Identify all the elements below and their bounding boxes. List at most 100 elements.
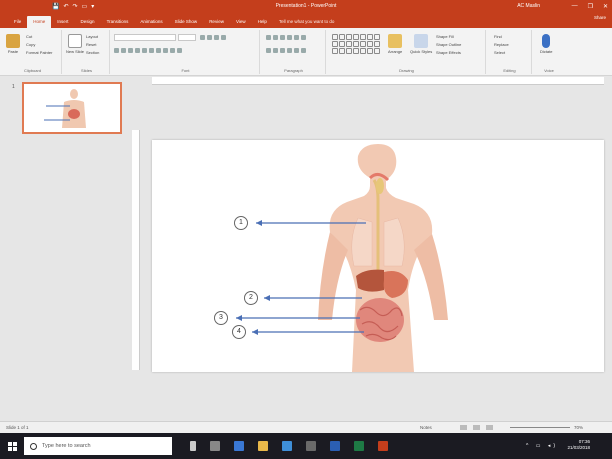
- arrange-button[interactable]: Arrange: [388, 34, 402, 54]
- voice-label: Voice: [544, 68, 554, 73]
- horizontal-ruler: [152, 77, 604, 85]
- font-size-icons: [200, 35, 226, 40]
- view-buttons: [460, 425, 493, 430]
- tab-home[interactable]: Home: [27, 16, 52, 28]
- taskbar-search[interactable]: Type here to search: [24, 437, 172, 455]
- copy-button[interactable]: Copy: [26, 42, 35, 47]
- shape-fill-button[interactable]: Shape Fill: [436, 34, 454, 39]
- font-group: Font: [112, 30, 260, 74]
- status-bar: Slide 1 of 1 Notes 70%: [0, 421, 612, 433]
- editing-group: Find Replace Select Editing: [488, 30, 532, 74]
- microphone-icon: [542, 34, 551, 48]
- system-tray-icons[interactable]: ^ ▭ ◂): [526, 443, 558, 449]
- label-4[interactable]: 4: [232, 325, 246, 339]
- new-slide-icon: [68, 34, 82, 48]
- vertical-ruler: [132, 130, 140, 370]
- excel-icon[interactable]: [354, 441, 364, 451]
- zoom-level[interactable]: 70%: [574, 425, 583, 430]
- voice-group: Dictate Voice: [534, 30, 564, 74]
- notes-button[interactable]: Notes: [420, 425, 432, 430]
- layout-button[interactable]: Layout: [86, 34, 98, 39]
- clipboard-group: Paste Cut Copy Format Painter Clipboard: [4, 30, 62, 74]
- paragraph-label: Paragraph: [284, 68, 303, 73]
- font-format-icons: [114, 48, 182, 53]
- section-button[interactable]: Section: [86, 50, 99, 55]
- ribbon-tabs: File Home Insert Design Transitions Anim…: [0, 12, 612, 28]
- select-button[interactable]: Select: [494, 50, 505, 55]
- tab-insert[interactable]: Insert: [51, 16, 74, 28]
- microphone-icon[interactable]: [190, 441, 196, 451]
- normal-view-icon[interactable]: [460, 425, 467, 430]
- slides-label: Slides: [81, 68, 92, 73]
- zoom-slider[interactable]: [510, 427, 570, 428]
- slide-number: 1: [12, 84, 15, 90]
- font-label: Font: [181, 68, 190, 73]
- start-button[interactable]: [0, 433, 24, 459]
- drawing-label: Drawing: [399, 68, 414, 73]
- shape-outline-button[interactable]: Shape Outline: [436, 42, 461, 47]
- format-painter-button[interactable]: Format Painter: [26, 50, 52, 55]
- cortana-icon: [30, 442, 37, 450]
- restore-button[interactable]: ❐: [588, 3, 593, 10]
- replace-button[interactable]: Replace: [494, 42, 509, 47]
- word-icon[interactable]: [330, 441, 340, 451]
- list-icons: [266, 35, 306, 40]
- powerpoint-icon[interactable]: [378, 441, 388, 451]
- label-2[interactable]: 2: [244, 291, 258, 305]
- tab-transitions[interactable]: Transitions: [101, 16, 135, 28]
- slide-canvas[interactable]: 1 2 3 4: [152, 140, 604, 372]
- user-name[interactable]: AC Maslin: [517, 3, 540, 9]
- paste-icon: [6, 34, 20, 48]
- tab-view[interactable]: View: [230, 16, 252, 28]
- reading-view-icon[interactable]: [486, 425, 493, 430]
- tab-design[interactable]: Design: [75, 16, 101, 28]
- slide-thumbnail[interactable]: [22, 82, 122, 134]
- quick-styles-icon: [414, 34, 429, 48]
- search-placeholder: Type here to search: [42, 443, 91, 449]
- store-icon[interactable]: [306, 441, 316, 451]
- clipboard-label: Clipboard: [23, 68, 42, 73]
- quick-styles-button[interactable]: Quick Styles: [410, 34, 432, 54]
- mail-icon[interactable]: [282, 441, 292, 451]
- task-view-icon[interactable]: [210, 441, 220, 451]
- slides-group: New Slide Layout Reset Section Slides: [64, 30, 110, 74]
- file-explorer-icon[interactable]: [258, 441, 268, 451]
- edge-icon[interactable]: [234, 441, 244, 451]
- new-slide-button[interactable]: New Slide: [66, 34, 84, 54]
- shape-effects-button[interactable]: Shape Effects: [436, 50, 461, 55]
- drawing-group: Arrange Quick Styles Shape Fill Shape Ou…: [328, 30, 486, 74]
- taskbar: Type here to search ^ ▭ ◂) 07:36 21/03/2…: [0, 433, 612, 459]
- digestive-system-diagram: [236, 144, 448, 372]
- slide-thumbnail-pane: 1: [0, 76, 130, 421]
- dictate-button[interactable]: Dictate: [540, 34, 552, 54]
- label-1[interactable]: 1: [234, 216, 248, 230]
- reset-button[interactable]: Reset: [86, 42, 96, 47]
- font-size-box[interactable]: [178, 34, 196, 41]
- paste-button[interactable]: Paste: [6, 34, 20, 54]
- title-bar: 💾 ↶ ↷ ▭ ▾ Presentation1 - PowerPoint AC …: [0, 0, 612, 12]
- close-button[interactable]: ✕: [603, 3, 608, 10]
- share-button[interactable]: Share: [594, 15, 606, 20]
- font-name-box[interactable]: [114, 34, 176, 41]
- slide-counter: Slide 1 of 1: [6, 425, 29, 430]
- tab-file[interactable]: File: [8, 16, 27, 28]
- slide-sorter-icon[interactable]: [473, 425, 480, 430]
- tab-animations[interactable]: Animations: [134, 16, 168, 28]
- label-3[interactable]: 3: [214, 311, 228, 325]
- ribbon: Paste Cut Copy Format Painter Clipboard …: [0, 28, 612, 76]
- align-icons: [266, 48, 306, 53]
- tab-review[interactable]: Review: [203, 16, 230, 28]
- tab-help[interactable]: Help: [252, 16, 273, 28]
- windows-icon: [7, 441, 17, 451]
- shapes-gallery[interactable]: [332, 34, 380, 54]
- paragraph-group: Paragraph: [262, 30, 326, 74]
- arrange-icon: [388, 34, 403, 48]
- find-button[interactable]: Find: [494, 34, 502, 39]
- cut-button[interactable]: Cut: [26, 34, 32, 39]
- taskbar-apps: [190, 441, 388, 451]
- tell-me-search[interactable]: Tell me what you want to do: [273, 16, 341, 28]
- minimize-button[interactable]: —: [572, 3, 578, 10]
- clock[interactable]: 07:36 21/03/2018: [567, 439, 590, 451]
- tab-slide-show[interactable]: Slide Show: [169, 16, 204, 28]
- editing-label: Editing: [503, 68, 516, 73]
